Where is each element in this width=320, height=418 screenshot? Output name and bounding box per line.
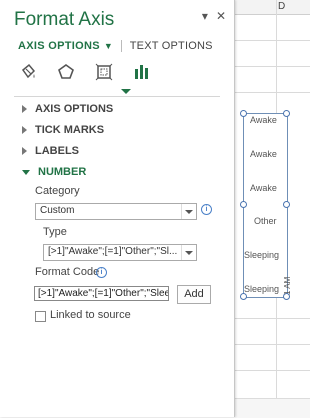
section-label: NUMBER xyxy=(38,166,87,178)
section-labels[interactable]: LABELS xyxy=(22,145,79,157)
resize-handle[interactable] xyxy=(240,110,247,117)
pane-options-dropdown-icon[interactable]: ▾ xyxy=(202,9,208,23)
axis-tick-label: Awake xyxy=(250,115,277,125)
section-tick-marks[interactable]: TICK MARKS xyxy=(22,124,104,136)
section-label: TICK MARKS xyxy=(35,124,105,136)
add-button[interactable]: Add xyxy=(177,285,211,304)
resize-handle[interactable] xyxy=(240,201,247,208)
row-gridline xyxy=(230,66,310,67)
category-label: Category xyxy=(35,185,80,197)
axis-options-icon[interactable] xyxy=(132,62,152,82)
chevron-down-icon xyxy=(181,204,196,219)
axis-tick-label: Other xyxy=(254,216,277,226)
linked-to-source-label: Linked to source xyxy=(50,309,131,321)
resize-handle[interactable] xyxy=(283,201,290,208)
linked-to-source-checkbox[interactable] xyxy=(35,311,46,322)
row-gridline xyxy=(230,370,310,371)
category-icon-row xyxy=(18,62,152,82)
pane-divider xyxy=(14,96,220,97)
info-icon[interactable]: i xyxy=(201,204,212,215)
section-axis-options[interactable]: AXIS OPTIONS xyxy=(22,103,113,115)
tab-axis-options[interactable]: AXIS OPTIONS xyxy=(18,40,100,52)
resize-handle[interactable] xyxy=(283,110,290,117)
row-gridline xyxy=(230,318,310,319)
pane-controls: ▾ ✕ xyxy=(202,9,226,23)
tab-separator xyxy=(120,40,122,52)
info-icon[interactable]: i xyxy=(96,267,107,278)
axis-tick-label: Sleeping xyxy=(244,250,280,260)
category-value: Custom xyxy=(40,205,75,216)
category-select[interactable]: Custom xyxy=(35,203,197,220)
type-select[interactable]: [>1]"Awake";[=1]"Other";"Sl... xyxy=(43,244,197,261)
row-gridline xyxy=(230,92,310,93)
axis-tick-label: Awake xyxy=(250,149,277,159)
row-gridline xyxy=(230,344,310,345)
section-number[interactable]: NUMBER xyxy=(22,166,86,178)
pane-tabs: AXIS OPTIONS ▼ TEXT OPTIONS xyxy=(18,40,213,52)
resize-handle[interactable] xyxy=(240,293,247,300)
effects-icon[interactable] xyxy=(56,62,76,82)
tab-text-options[interactable]: TEXT OPTIONS xyxy=(130,40,213,52)
expand-icon xyxy=(22,105,27,113)
selected-category-indicator xyxy=(121,89,131,94)
row-gridline xyxy=(230,40,310,41)
axis-tick-label: Awake xyxy=(250,183,277,193)
chevron-down-icon[interactable]: ▼ xyxy=(104,41,113,51)
column-letter: D xyxy=(278,1,286,12)
format-code-label: Format Code xyxy=(35,266,100,278)
vertical-axis-selection[interactable] xyxy=(243,113,288,298)
expand-icon xyxy=(22,147,27,155)
expand-icon xyxy=(22,126,27,134)
format-code-input[interactable]: [>1]"Awake";[=1]"Other";"Sleep xyxy=(34,286,169,301)
type-label: Type xyxy=(43,226,67,238)
size-properties-icon[interactable] xyxy=(94,62,114,82)
pane-title: Format Axis xyxy=(14,9,115,30)
section-label: LABELS xyxy=(35,145,79,157)
close-icon[interactable]: ✕ xyxy=(216,9,226,23)
axis-tick-label: Sleeping xyxy=(244,284,280,294)
column-header[interactable]: D xyxy=(230,0,310,15)
section-label: AXIS OPTIONS xyxy=(35,103,114,115)
collapse-icon xyxy=(22,169,30,175)
format-axis-pane: Format Axis ▾ ✕ AXIS OPTIONS ▼ TEXT OPTI… xyxy=(0,0,235,417)
type-value: [>1]"Awake";[=1]"Other";"Sl... xyxy=(48,246,178,257)
chevron-down-icon xyxy=(181,245,196,260)
fill-line-icon[interactable] xyxy=(18,62,38,82)
axis-rotated-label: 1 AM xyxy=(283,276,292,295)
